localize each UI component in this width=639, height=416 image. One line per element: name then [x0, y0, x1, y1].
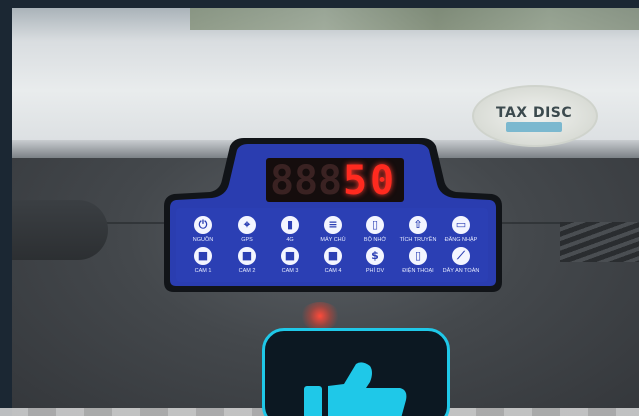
thumbs-up-icon [304, 362, 407, 416]
power-icon: ⏻ [194, 216, 212, 234]
dollar-icon: $ [366, 247, 384, 265]
dashcam-photo: TAX DISC 8 8 8 5 0 ⏻ NGUỒN ⌖ GPS ▮ 4G ≡ … [0, 0, 639, 416]
display-digit-off: 8 [270, 158, 295, 204]
signal-bars-icon: ▮ [281, 216, 299, 234]
tree-line [190, 8, 639, 30]
right-air-vent [560, 222, 639, 262]
tax-disc-title: TAX DISC [496, 105, 573, 121]
display-digit-lit: 5 [343, 158, 368, 204]
camera-icon: ■ [194, 247, 212, 265]
red-reflection [300, 302, 340, 330]
photo-border [0, 0, 639, 8]
indicator-label: ĐĂNG NHẬP [444, 237, 478, 243]
id-card-icon: ▭ [452, 216, 470, 234]
indicator-label: DÂY AN TOÀN [442, 268, 480, 274]
tax-disc-logo [506, 122, 562, 132]
camera-icon: ■ [238, 247, 256, 265]
seatbelt-icon: ⟋ [452, 247, 470, 265]
memory-card-icon: ▯ [366, 216, 384, 234]
location-pin-icon: ⌖ [238, 216, 256, 234]
display-digit-off: 8 [318, 158, 343, 204]
upload-icon: ⇧ [409, 216, 427, 234]
left-air-vent [12, 200, 108, 260]
display-digit-lit: 0 [370, 158, 395, 204]
photo-border [0, 0, 12, 416]
phone-icon: ▯ [409, 247, 427, 265]
display-digit-off: 8 [294, 158, 319, 204]
camera-icon: ■ [281, 247, 299, 265]
camera-icon: ■ [324, 247, 342, 265]
server-icon: ≡ [324, 216, 342, 234]
